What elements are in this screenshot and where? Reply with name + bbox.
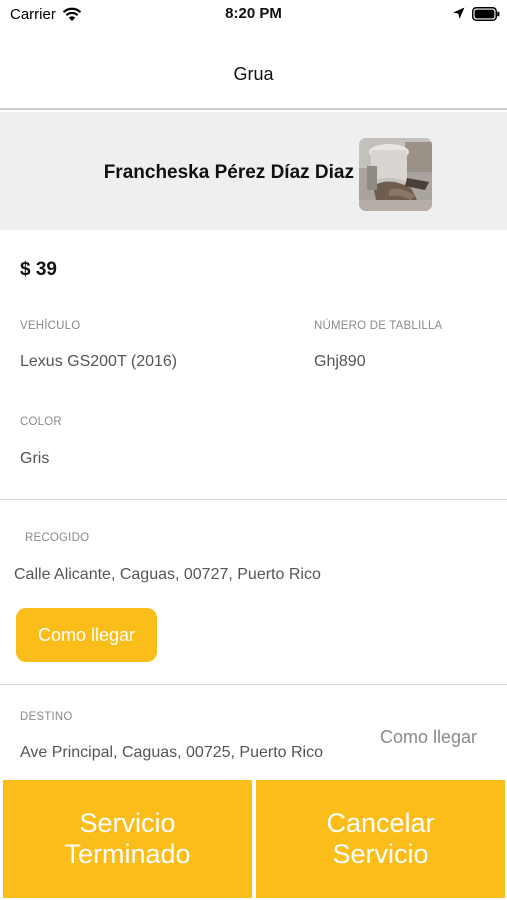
nav-divider [0, 108, 507, 110]
service-price: $ 39 [20, 259, 57, 280]
color-label: COLOR [20, 416, 62, 428]
avatar [359, 138, 432, 211]
clock: 8:20 PM [225, 5, 282, 22]
battery-icon [472, 7, 500, 21]
status-bar: Carrier 8:20 PM [0, 0, 507, 30]
color-value: Gris [20, 450, 50, 467]
pickup-label: RECOGIDO [25, 532, 90, 544]
avatar-photo [359, 138, 432, 211]
finish-service-button[interactable]: Servicio Terminado [3, 780, 252, 898]
client-name: Francheska Pérez Díaz Diaz [103, 162, 354, 183]
page-title: Grua [233, 64, 274, 84]
destination-directions-link[interactable]: Como llegar [380, 727, 477, 748]
pickup-address: Calle Alicante, Caguas, 00727, Puerto Ri… [14, 566, 321, 583]
plate-label: NÚMERO DE TABLILLA [314, 320, 443, 332]
location-arrow-icon [453, 7, 465, 19]
vehicle-value: Lexus GS200T (2016) [20, 353, 178, 370]
section-divider [0, 499, 507, 500]
plate-value: Ghj890 [314, 353, 366, 370]
section-divider [0, 684, 507, 685]
navigation-bar: Grua [0, 40, 507, 108]
client-header: Francheska Pérez Díaz Diaz [0, 112, 507, 230]
cancel-service-button[interactable]: Cancelar Servicio [256, 780, 505, 898]
destination-address: Ave Principal, Caguas, 00725, Puerto Ric… [20, 744, 323, 761]
action-bar: Servicio Terminado Cancelar Servicio [0, 778, 507, 900]
vehicle-label: VEHÍCULO [20, 320, 81, 332]
destination-label: DESTINO [20, 711, 73, 723]
pickup-directions-button[interactable]: Como llegar [16, 608, 157, 662]
